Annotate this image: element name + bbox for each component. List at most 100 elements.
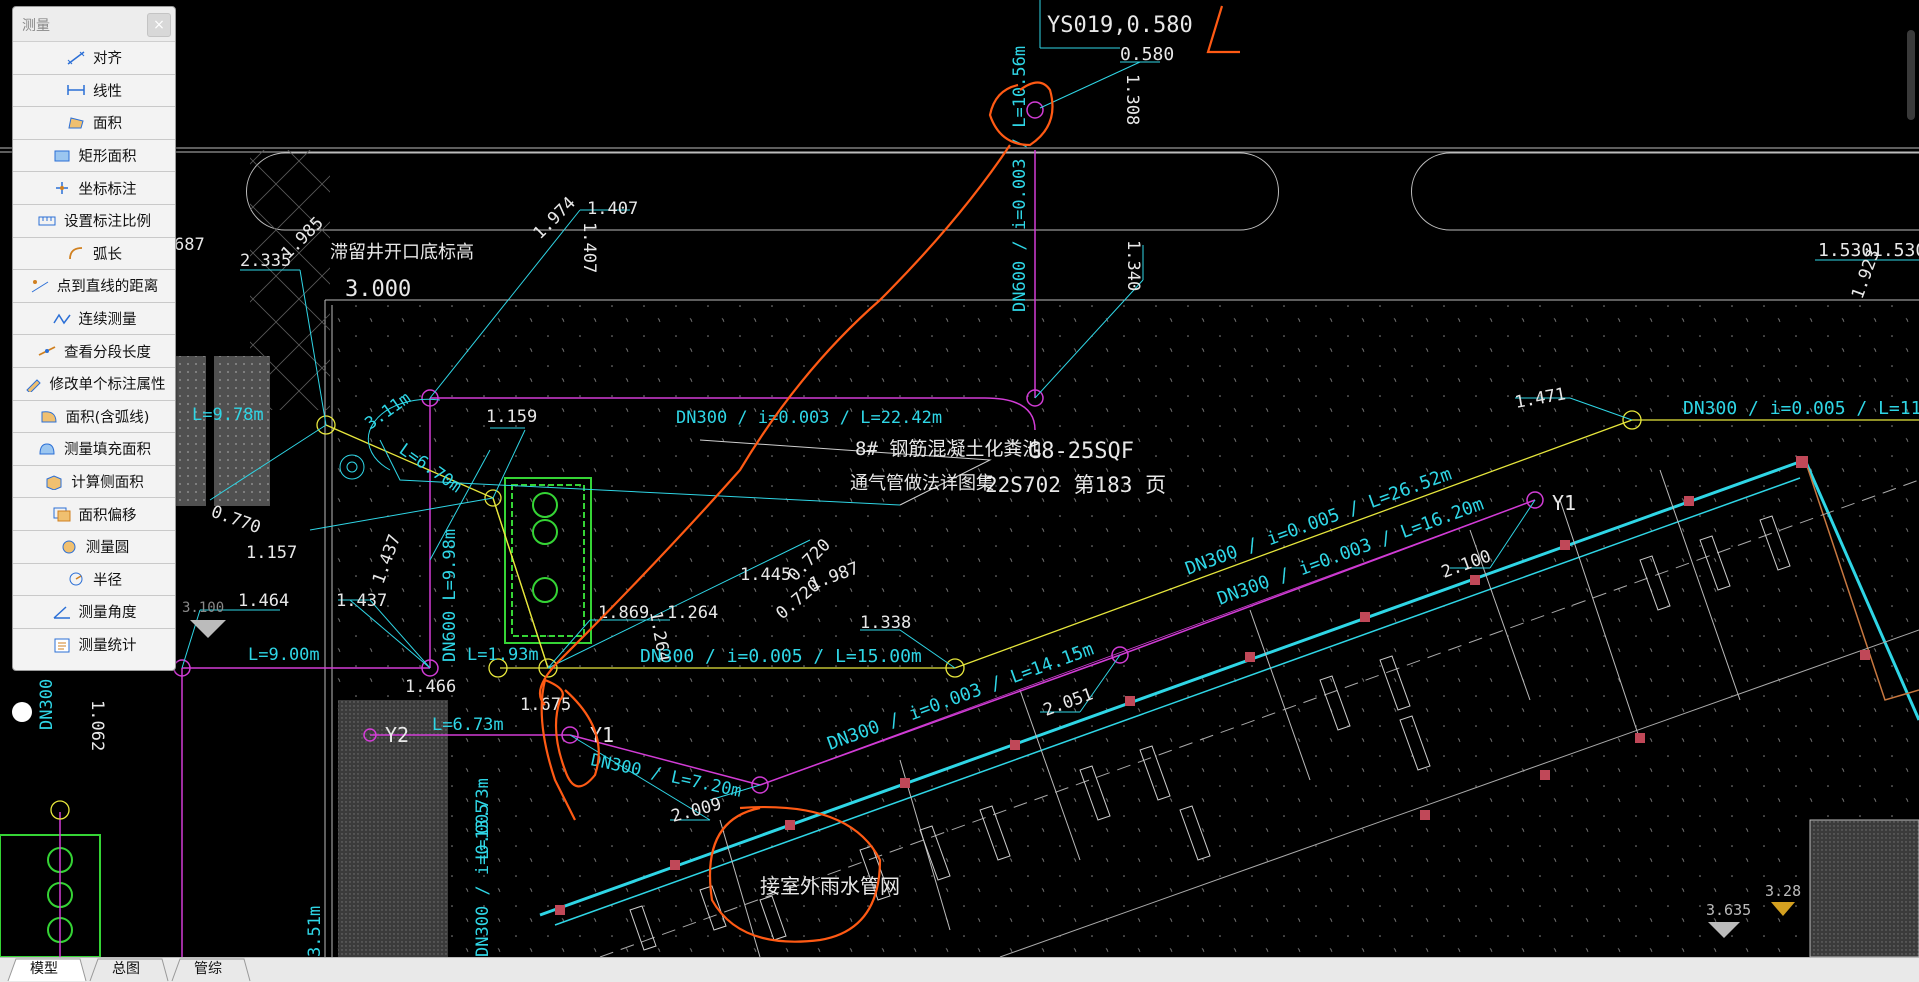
label-l673: L=6.73m [432,715,504,735]
measure-item-area[interactable]: 面积 [13,107,175,140]
point-line-distance-icon [30,278,50,294]
edit-annotation-icon [23,376,43,392]
measure-item-label: 测量角度 [78,605,137,622]
label-1340: 1.340 [1123,240,1143,291]
label-687: 687 [174,235,205,255]
coordinate-icon [52,180,72,196]
label-1437b: 1.437 [336,591,387,611]
cad-drawing-canvas[interactable]: YS019,0.580 0.580 1.308 1.407 1.974 1.40… [0,0,1919,957]
compass-mark [12,702,32,722]
measure-item-scale[interactable]: 设置标注比例 [13,205,175,238]
measure-item-label: 面积 [93,116,122,133]
segment-length-icon [37,343,57,359]
tile-block-b [214,356,270,506]
measure-item-continuous-measure[interactable]: 连续测量 [13,303,175,336]
layout-tab-bar: 模型 总图 管综 [0,957,1919,982]
measure-item-label: 设置标注比例 [64,214,151,231]
measure-item-side-area[interactable]: 计算侧面积 [13,466,175,499]
measure-item-label: 计算侧面积 [71,475,144,492]
align-measure-icon [66,50,86,66]
measure-item-label: 查看分段长度 [64,344,151,361]
radius-icon [66,571,86,587]
measure-item-radius[interactable]: 半径 [13,564,175,597]
label-1062: 1.062 [87,700,107,751]
statistics-icon [52,637,72,653]
tab-site-plan-label: 总图 [112,961,140,977]
tab-site-plan[interactable]: 总图 [86,958,169,982]
measure-item-label: 测量圆 [85,540,130,557]
label-tank2: G8-25SQF [1028,439,1134,464]
measure-item-statistics[interactable]: 测量统计 [13,629,175,662]
measure-item-label: 连续测量 [78,312,137,329]
label-1407: 1.407 [587,199,638,219]
label-1466: 1.466 [405,677,456,697]
label-dn300-top: DN300 / i=0.003 / L=22.42m [676,408,942,428]
label-tank1: 8# 钢筋混凝土化粪池 [855,438,1041,460]
label-0770: 0.770 [208,502,263,538]
label-3635: 3.635 [1706,901,1751,919]
label-dn600b: DN600 L=9.98m [440,529,460,662]
arc-area-icon [39,408,59,424]
label-dn300-left: DN300 [37,679,57,730]
measure-item-edit-annotation[interactable]: 修改单个标注属性 [13,368,175,401]
measure-item-label: 修改单个标注属性 [49,377,166,394]
measure-item-linear-measure[interactable]: 线性 [13,75,175,108]
tab-pipe-integration[interactable]: 管综 [168,958,251,982]
measure-item-label: 测量统计 [78,638,137,655]
measure-item-fill-area[interactable]: 测量填充面积 [13,433,175,466]
circle-measure-icon [59,539,79,555]
measure-item-rect-area[interactable]: 矩形面积 [13,140,175,173]
measure-item-label: 点到直线的距离 [56,279,159,296]
label-tank4: 22S702 第183 页 [985,473,1166,497]
measure-item-label: 线性 [93,83,122,100]
measure-item-label: 弧长 [93,246,122,263]
measure-item-label: 面积偏移 [78,507,137,524]
linear-measure-icon [66,82,86,98]
label-well-note: 滞留井开口底标高 [330,242,474,263]
label-1157: 1.157 [246,543,297,563]
measure-item-arc-length[interactable]: 弧长 [13,238,175,271]
measure-item-label: 矩形面积 [78,149,137,166]
label-3100: 3.100 [182,600,224,616]
angle-icon [52,604,72,620]
label-dn300-mid: DN300 / i=0.005 / L=15.00m [640,646,922,667]
measure-item-circle-measure[interactable]: 测量圆 [13,531,175,564]
label-1159: 1.159 [486,407,537,427]
label-ys019: YS019,0.580 [1047,13,1193,38]
label-1407b: 1.407 [579,222,599,273]
planting-area [335,305,1919,957]
label-328: 3.28 [1765,882,1801,900]
measure-item-label: 坐标标注 [78,181,137,198]
measure-item-coordinate[interactable]: 坐标标注 [13,172,175,205]
label-y1-top: Y1 [1552,491,1576,515]
measure-panel: 测量 × 对齐线性面积矩形面积坐标标注设置标注比例 弧长点到直线的距离 连续测量查看… [12,6,176,671]
tab-model[interactable]: 模型 [4,958,87,982]
measure-item-angle[interactable]: 测量角度 [13,596,175,629]
label-1445: 1.445 [740,565,791,585]
measure-item-label: 对齐 [93,51,122,68]
continuous-measure-icon [52,311,72,327]
measure-item-arc-area[interactable]: 面积(含弧线) [13,401,175,434]
measure-item-segment-length[interactable]: 查看分段长度 [13,335,175,368]
arc-length-icon [66,245,86,261]
measure-item-area-offset[interactable]: 面积偏移 [13,498,175,531]
label-y2: Y2 [385,723,409,747]
label-3000: 3.000 [345,277,411,302]
measure-item-label: 测量填充面积 [64,442,151,459]
label-l193: L=1.93m [467,645,539,665]
vertical-scrollbar[interactable] [1907,30,1915,120]
tab-model-label: 模型 [30,961,58,977]
label-1675: 1.675 [520,695,571,715]
label-1464: 1.464 [238,591,289,611]
measure-item-point-line-distance[interactable]: 点到直线的距离 [13,270,175,303]
side-area-icon [44,474,64,490]
label-0580: 0.580 [1120,44,1174,65]
label-978: L=9.78m [192,405,264,425]
rect-area-icon [52,148,72,164]
measure-panel-header[interactable]: 测量 × [13,7,175,42]
label-l900: L=9.00m [248,645,320,665]
close-button[interactable]: × [147,13,171,37]
area-offset-icon [52,506,72,522]
measure-item-align-measure[interactable]: 对齐 [13,42,175,75]
scale-icon [37,213,57,229]
